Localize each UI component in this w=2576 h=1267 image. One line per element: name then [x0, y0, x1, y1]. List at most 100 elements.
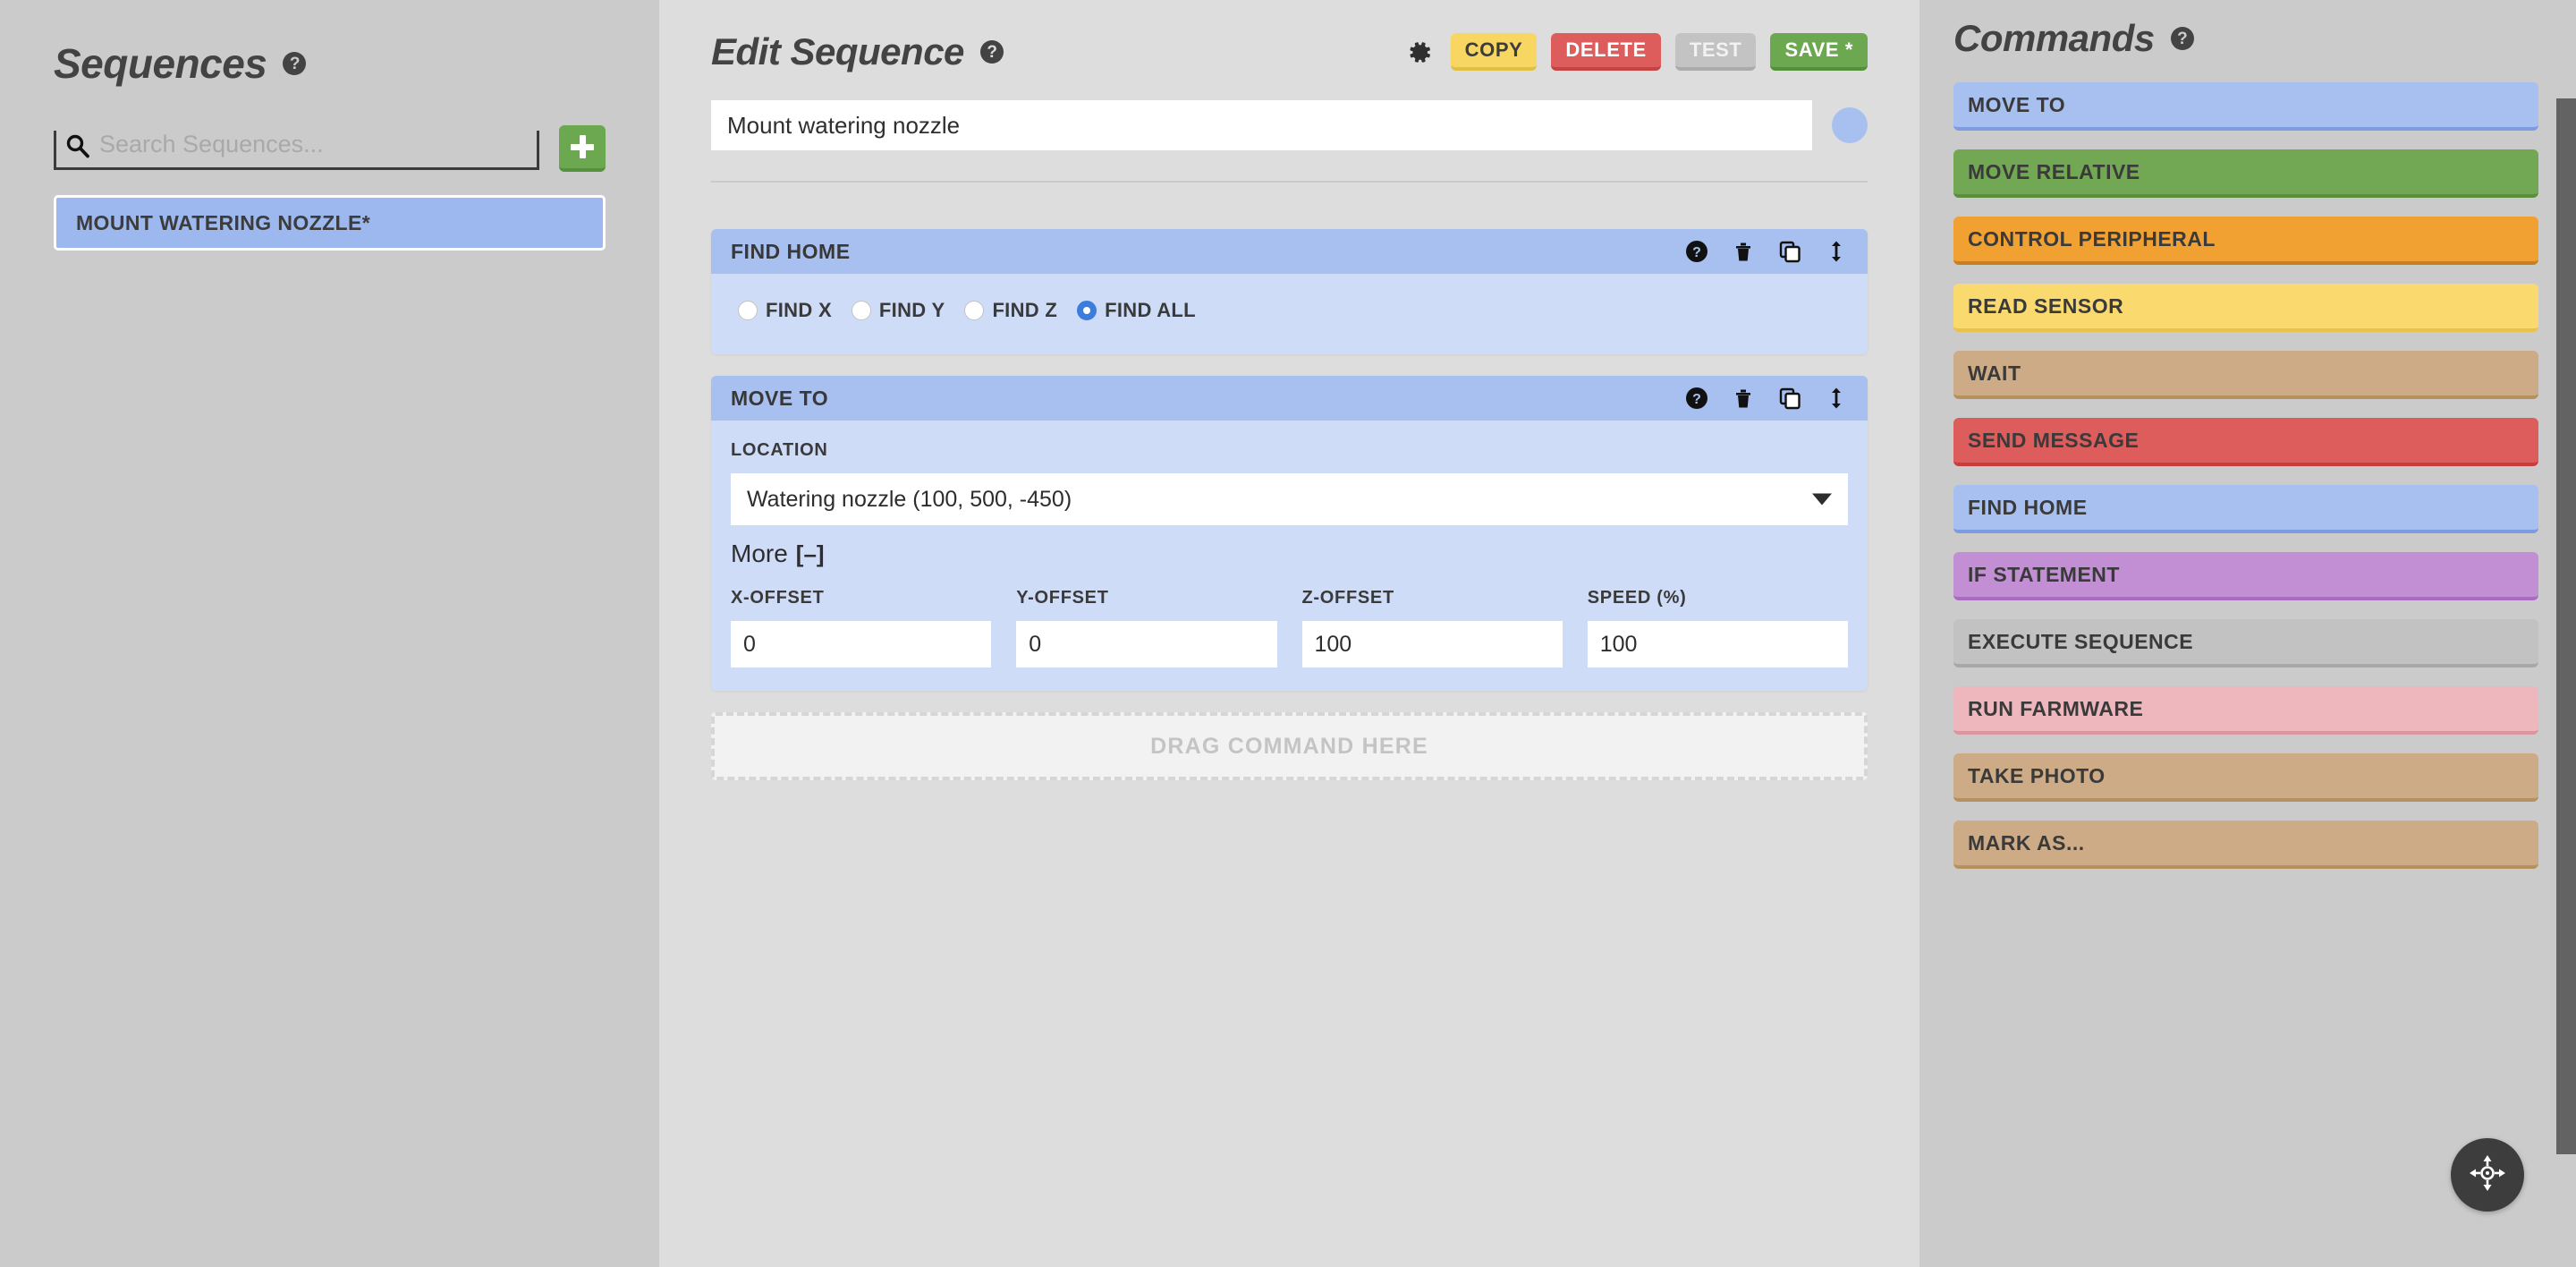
page-title: Commands	[1953, 17, 2155, 59]
command-item[interactable]: IF STATEMENT	[1953, 552, 2538, 600]
help-circle-icon[interactable]: ?	[2170, 27, 2194, 50]
radio-label: FIND Z	[992, 299, 1058, 321]
command-item-label: SEND MESSAGE	[1968, 428, 2140, 452]
steps-list: FIND HOME ? FIND X FIND Y FIND Z FIND AL…	[711, 229, 1868, 780]
search-row	[54, 123, 606, 172]
more-label: More	[731, 540, 788, 567]
command-item[interactable]: MOVE TO	[1953, 82, 2538, 131]
command-item-label: WAIT	[1968, 361, 2021, 385]
sidebar-item-mount-watering-nozzle[interactable]: MOUNT WATERING NOZZLE*	[54, 195, 606, 251]
commands-list: MOVE TO MOVE RELATIVE CONTROL PERIPHERAL RE…	[1953, 82, 2538, 869]
command-item[interactable]: MARK AS...	[1953, 821, 2538, 869]
command-item-label: MARK AS...	[1968, 830, 2085, 855]
sequence-name-row	[711, 100, 1868, 150]
search-icon	[65, 133, 90, 158]
help-circle-icon[interactable]: ?	[1685, 387, 1708, 410]
copy-icon[interactable]	[1778, 387, 1801, 410]
step-title: MOVE TO	[731, 386, 829, 410]
step-icon-group: ?	[1685, 240, 1848, 263]
command-item[interactable]: RUN FARMWARE	[1953, 686, 2538, 735]
x-offset-field: X-OFFSET	[731, 588, 992, 668]
radio-mark-selected	[1077, 301, 1097, 320]
commands-panel: Commands ? MOVE TO MOVE RELATIVE CONTROL P…	[1919, 0, 2576, 1267]
radio-mark	[738, 301, 758, 320]
command-item-label: TAKE PHOTO	[1968, 763, 2106, 787]
header-divider	[711, 181, 1868, 183]
radio-find-all[interactable]: FIND ALL	[1077, 299, 1196, 322]
radio-mark	[964, 301, 985, 320]
step-title: FIND HOME	[731, 239, 851, 263]
add-sequence-button[interactable]	[559, 125, 606, 172]
editor-toolbar: COPY DELETE TEST SAVE *	[1406, 33, 1868, 71]
sequences-panel-title: Sequences ?	[54, 43, 606, 84]
sequence-name-input[interactable]	[711, 100, 1812, 150]
search-input[interactable]	[99, 131, 528, 158]
sequence-color-picker[interactable]	[1832, 107, 1868, 143]
trash-icon[interactable]	[1732, 387, 1755, 410]
save-button[interactable]: SAVE *	[1770, 33, 1868, 71]
step-body: LOCATION Watering nozzle (100, 500, -450…	[711, 421, 1868, 691]
radio-mark	[851, 301, 871, 320]
y-offset-field: Y-OFFSET	[1016, 588, 1277, 668]
more-toggle-row[interactable]: More [–]	[731, 540, 1848, 568]
dropzone-label: DRAG COMMAND HERE	[1150, 733, 1428, 759]
command-item-label: RUN FARMWARE	[1968, 696, 2144, 720]
step-move-to: MOVE TO ? LOCATION Watering nozzle (100,…	[711, 376, 1868, 691]
page-title: Edit Sequence	[711, 30, 964, 72]
move-crosshair-button[interactable]	[2451, 1138, 2524, 1212]
help-circle-icon[interactable]: ?	[1685, 240, 1708, 263]
step-find-home: FIND HOME ? FIND X FIND Y FIND Z FIND AL…	[711, 229, 1868, 354]
list-item-label: MOUNT WATERING NOZZLE*	[76, 210, 371, 234]
collapse-icon: [–]	[795, 540, 825, 567]
command-item-label: MOVE TO	[1968, 92, 2066, 116]
commands-scrollbar[interactable]	[2556, 98, 2576, 1154]
z-offset-input[interactable]	[1301, 621, 1563, 668]
help-circle-icon[interactable]: ?	[979, 40, 1004, 64]
command-item[interactable]: EXECUTE SEQUENCE	[1953, 619, 2538, 668]
gear-icon[interactable]	[1406, 38, 1433, 65]
editor-header: Edit Sequence ? COPY DELETE TEST SAVE *	[711, 20, 1868, 84]
command-item[interactable]: TAKE PHOTO	[1953, 753, 2538, 802]
radio-label: FIND X	[766, 299, 832, 321]
search-box[interactable]	[54, 131, 539, 170]
radio-find-x[interactable]: FIND X	[738, 299, 832, 322]
delete-button[interactable]: DELETE	[1551, 33, 1661, 71]
radio-find-z[interactable]: FIND Z	[964, 299, 1057, 322]
location-select-value: Watering nozzle (100, 500, -450)	[747, 486, 1072, 512]
x-offset-input[interactable]	[731, 621, 992, 668]
copy-button[interactable]: COPY	[1450, 33, 1538, 71]
step-icon-group: ?	[1685, 387, 1848, 410]
commands-panel-title: Commands ?	[1953, 20, 2538, 57]
find-home-axis-radio-group: FIND X FIND Y FIND Z FIND ALL	[731, 293, 1848, 331]
command-item[interactable]: READ SENSOR	[1953, 284, 2538, 332]
command-item[interactable]: CONTROL PERIPHERAL	[1953, 217, 2538, 265]
command-item-label: MOVE RELATIVE	[1968, 159, 2140, 183]
move-crosshair-icon	[2468, 1153, 2507, 1197]
speed-input[interactable]	[1587, 621, 1848, 668]
sequences-panel: Sequences ? MOUNT WATERING NOZZLE*	[0, 0, 659, 1267]
drag-vertical-icon[interactable]	[1825, 240, 1848, 263]
command-item[interactable]: FIND HOME	[1953, 485, 2538, 533]
copy-icon[interactable]	[1778, 240, 1801, 263]
step-header: MOVE TO ?	[711, 376, 1868, 421]
help-circle-icon[interactable]: ?	[283, 52, 307, 75]
trash-icon[interactable]	[1732, 240, 1755, 263]
y-offset-label: Y-OFFSET	[1016, 588, 1109, 608]
drag-vertical-icon[interactable]	[1825, 387, 1848, 410]
location-select[interactable]: Watering nozzle (100, 500, -450)	[731, 473, 1848, 525]
editor-title-group: Edit Sequence ?	[711, 33, 1004, 71]
step-body: FIND X FIND Y FIND Z FIND ALL	[711, 274, 1868, 354]
radio-find-y[interactable]: FIND Y	[851, 299, 945, 322]
edit-sequence-panel: Edit Sequence ? COPY DELETE TEST SAVE *	[659, 0, 1919, 1267]
y-offset-input[interactable]	[1016, 621, 1277, 668]
speed-label: SPEED (%)	[1587, 588, 1687, 608]
test-button[interactable]: TEST	[1674, 33, 1757, 71]
command-item-label: FIND HOME	[1968, 495, 2088, 519]
z-offset-field: Z-OFFSET	[1301, 588, 1563, 668]
command-item[interactable]: SEND MESSAGE	[1953, 418, 2538, 466]
command-item[interactable]: WAIT	[1953, 351, 2538, 399]
radio-label: FIND ALL	[1105, 299, 1196, 321]
command-item-label: CONTROL PERIPHERAL	[1968, 226, 2216, 251]
command-item[interactable]: MOVE RELATIVE	[1953, 149, 2538, 198]
drag-command-dropzone[interactable]: DRAG COMMAND HERE	[711, 712, 1868, 780]
